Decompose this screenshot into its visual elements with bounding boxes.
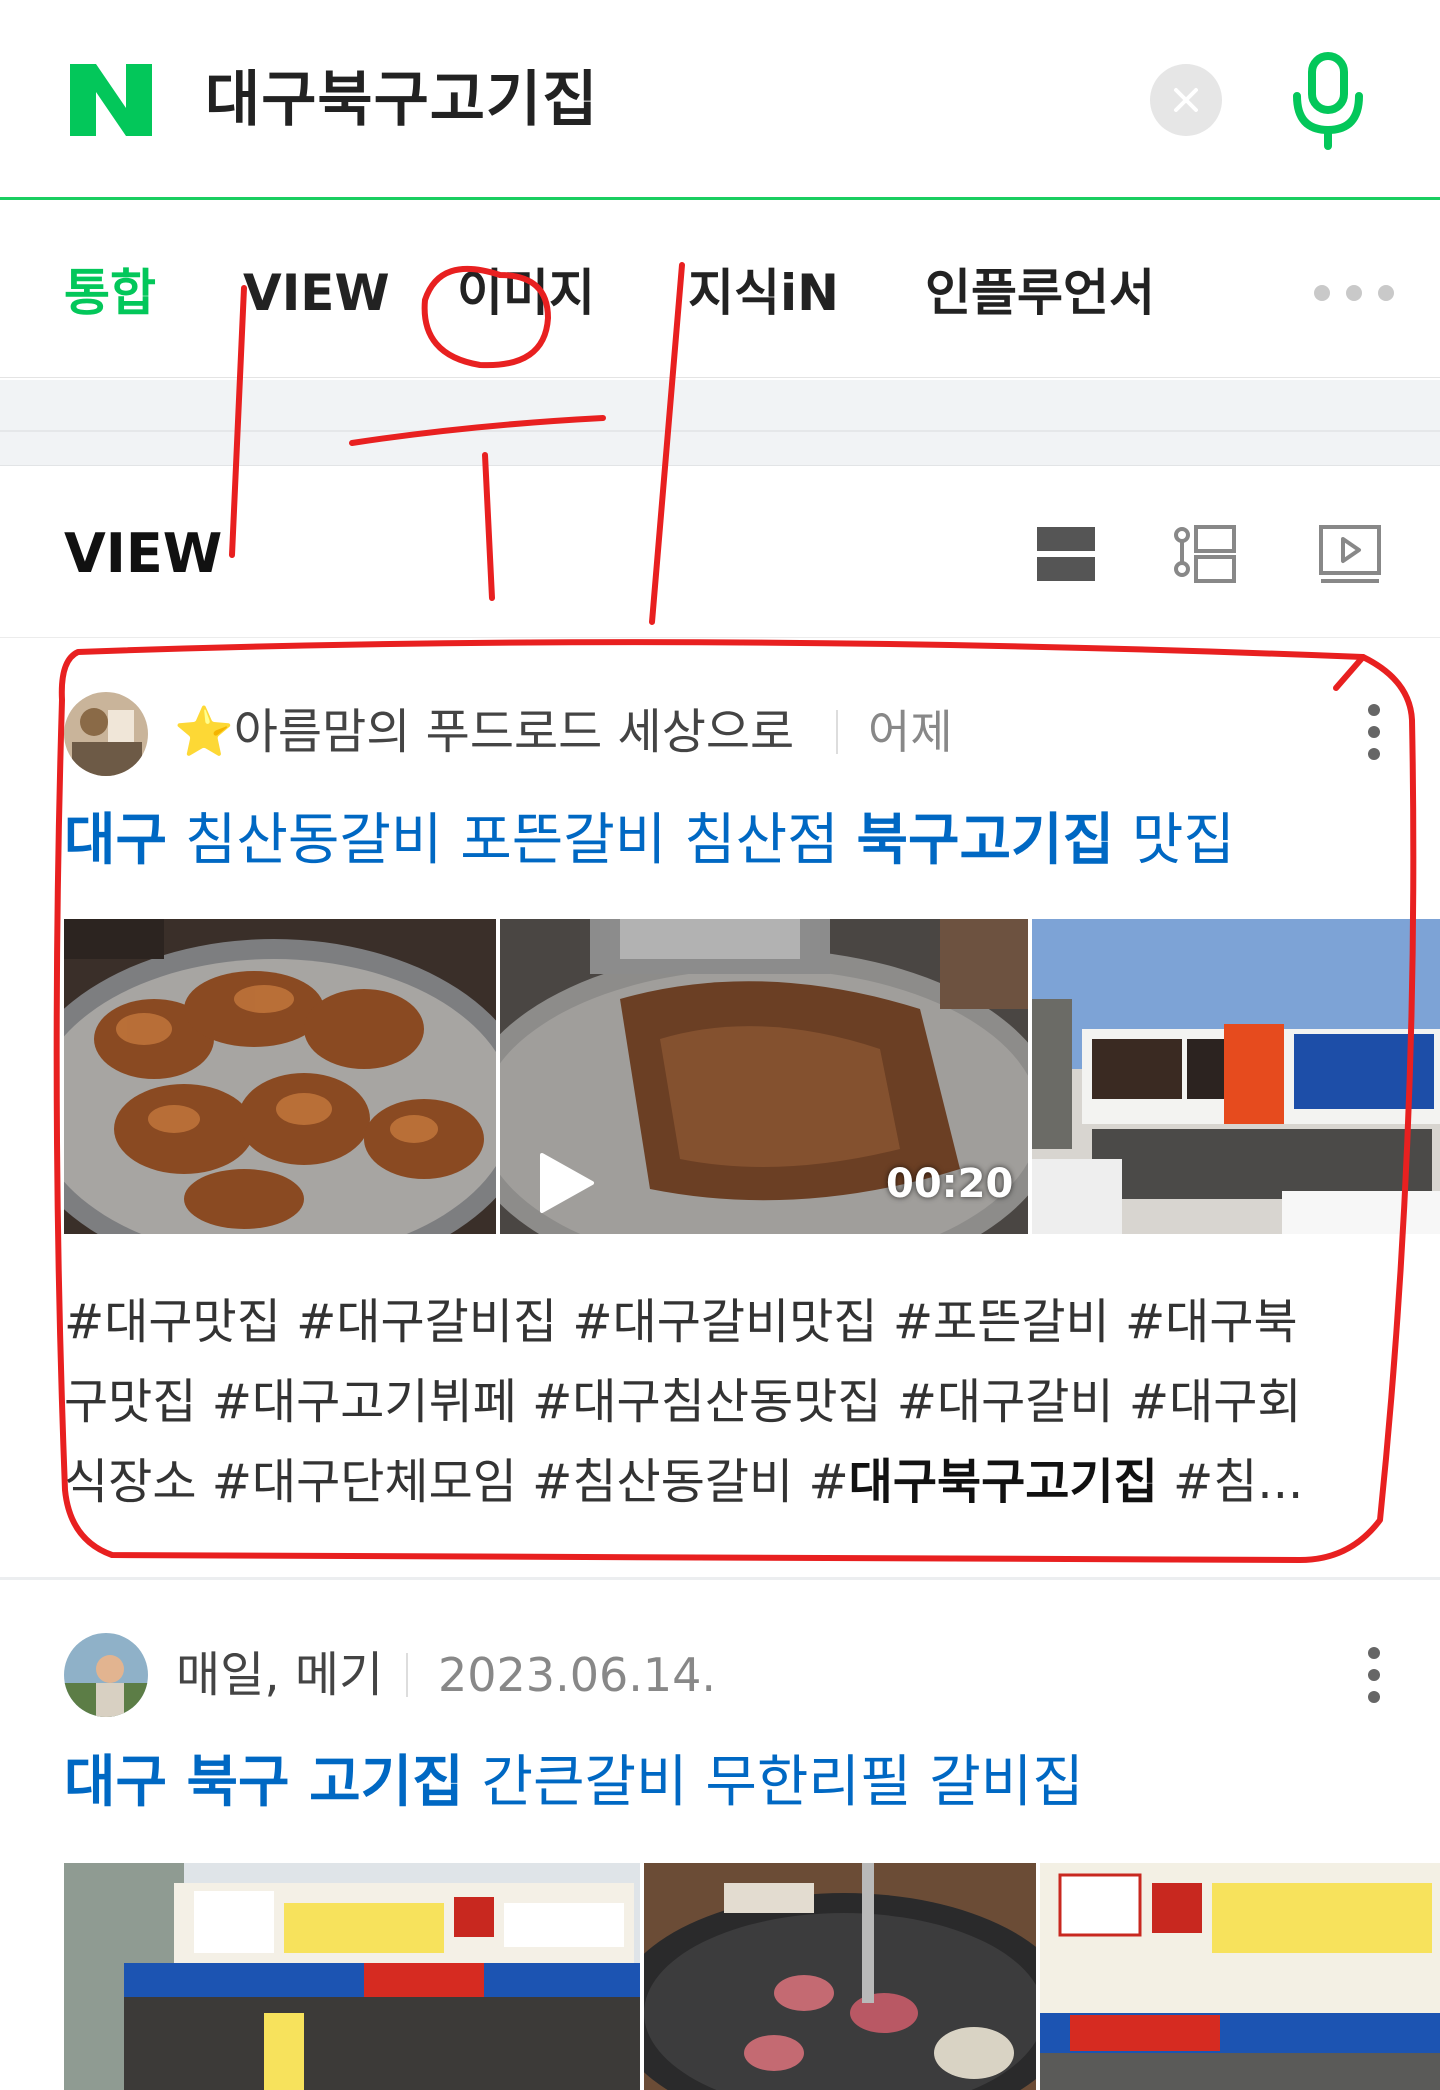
author-name[interactable]: 매일, 메기: [176, 1645, 383, 1705]
snippet-line: 식장소 #대구단체모임 #침산동갈비 #대구북구고기집 #침...: [64, 1442, 1364, 1522]
thumbnail-image[interactable]: [1040, 1863, 1440, 2090]
search-tabs: 통합 VIEW 이미지 지식iN 인플루언서: [0, 203, 1440, 378]
tab-influencer[interactable]: 인플루언서: [925, 263, 1155, 323]
divider: [406, 1653, 408, 1697]
video-view-icon[interactable]: [1317, 521, 1383, 587]
video-duration: 00:20: [886, 1161, 1014, 1207]
list-view-icon[interactable]: [1033, 521, 1099, 587]
play-icon[interactable]: [536, 1151, 596, 1215]
search-input[interactable]: 대구북구고기집: [205, 62, 598, 138]
close-icon: [1174, 88, 1198, 112]
post-title[interactable]: 대구 침산동갈비 포뜬갈비 침산점 북구고기집 맛집: [64, 806, 1235, 876]
search-bar: 대구북구고기집: [0, 0, 1440, 200]
view-post[interactable]: 매일, 메기 2023.06.14. 대구 북구 고기집 간큰갈비 무한리필 갈…: [0, 1583, 1440, 2090]
more-options-icon[interactable]: [1360, 704, 1390, 764]
divider: [836, 710, 838, 754]
snippet-text: 식장소 #대구단체모임 #침산동갈비 #: [64, 1454, 849, 1510]
more-tabs-icon[interactable]: [1308, 281, 1408, 305]
thumbnail-strip[interactable]: [64, 1863, 1440, 2090]
snippet-highlight: 대구북구고기집: [848, 1454, 1158, 1510]
naver-logo[interactable]: [66, 60, 156, 140]
author-name[interactable]: ⭐아름맘의 푸드로드 세상으로: [174, 702, 794, 762]
microphone-icon[interactable]: [1283, 50, 1373, 150]
post-date: 어제: [868, 705, 953, 759]
post-title[interactable]: 대구 북구 고기집 간큰갈비 무한리필 갈비집: [64, 1748, 1084, 1818]
title-segment: 대구: [64, 808, 168, 873]
snippet-line: 구맛집 #대구고기뷔페 #대구침산동맛집 #대구갈비 #대구회: [64, 1374, 1302, 1430]
avatar[interactable]: [64, 1633, 148, 1717]
more-options-icon[interactable]: [1360, 1647, 1390, 1707]
tab-images[interactable]: 이미지: [457, 263, 595, 323]
thumbnail-image[interactable]: [64, 1863, 640, 2090]
feed-view-icon[interactable]: [1172, 521, 1238, 587]
title-segment: 침산동갈비 포뜬갈비 침산점: [167, 808, 857, 873]
avatar[interactable]: [64, 692, 148, 776]
clear-search-button[interactable]: [1150, 64, 1222, 136]
thumbnail-image[interactable]: [644, 1863, 1036, 2090]
tab-integrated[interactable]: 통합: [64, 263, 156, 323]
title-segment: 맛집: [1114, 808, 1235, 873]
post-snippet[interactable]: #대구맛집 #대구갈비집 #대구갈비맛집 #포뜬갈비 #대구북 구맛집 #대구고…: [64, 1282, 1364, 1522]
tab-view[interactable]: VIEW: [243, 263, 390, 323]
section-divider: [0, 380, 1440, 466]
title-segment: 대구 북구 고기집: [64, 1750, 464, 1815]
thumbnail-strip[interactable]: 00:20: [64, 919, 1440, 1234]
view-post[interactable]: ⭐아름맘의 푸드로드 세상으로 어제 대구 침산동갈비 포뜬갈비 침산점 북구고…: [0, 640, 1440, 1580]
thumbnail-image[interactable]: [64, 919, 496, 1234]
snippet-text: #침...: [1157, 1454, 1304, 1510]
title-segment: 북구고기집: [856, 808, 1115, 873]
snippet-line: #대구맛집 #대구갈비집 #대구갈비맛집 #포뜬갈비 #대구북: [64, 1294, 1298, 1350]
thumbnail-image[interactable]: [1032, 919, 1440, 1234]
post-date: 2023.06.14.: [438, 1648, 716, 1702]
section-title: VIEW: [64, 522, 223, 585]
video-thumbnail[interactable]: 00:20: [500, 919, 1028, 1234]
view-section-header: VIEW: [0, 466, 1440, 638]
tab-knowledge-in[interactable]: 지식iN: [688, 263, 839, 323]
title-segment: 간큰갈비 무한리필 갈비집: [463, 1750, 1084, 1815]
